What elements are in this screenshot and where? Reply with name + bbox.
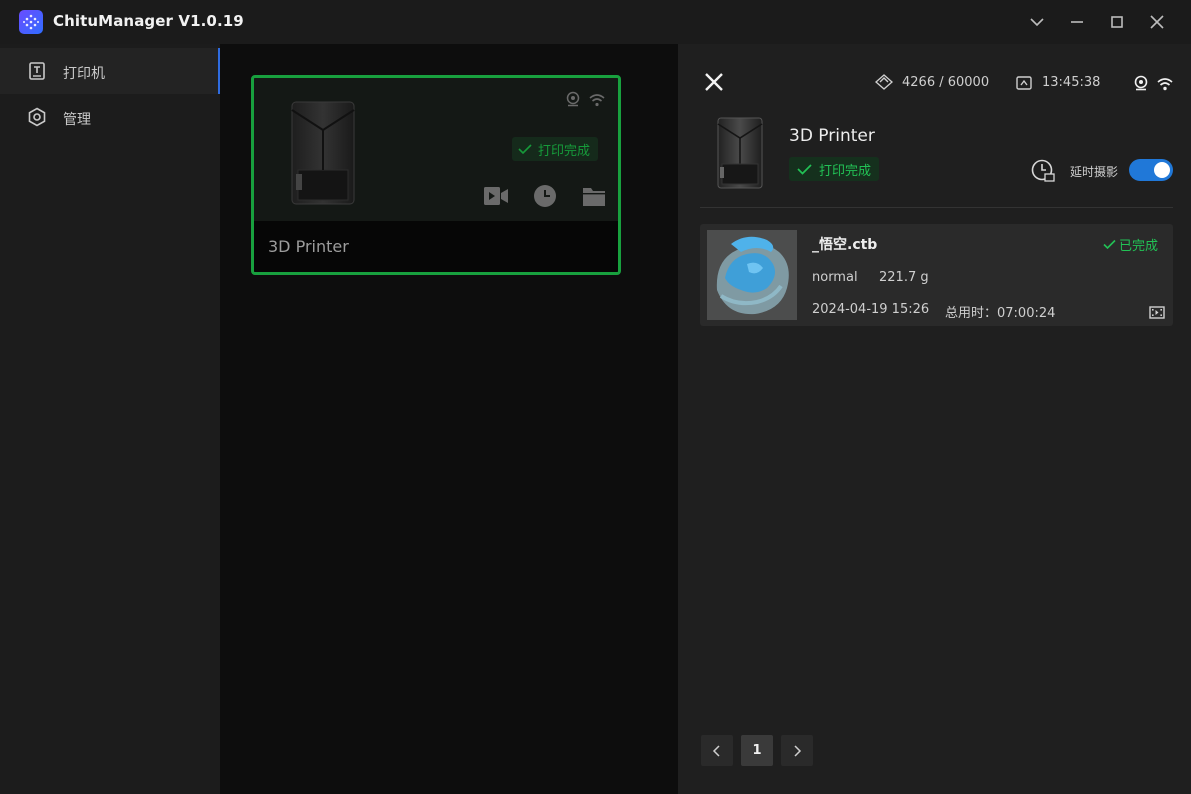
timelapse-icon [1031, 159, 1055, 187]
page-button-current[interactable]: 1 [741, 735, 773, 766]
close-window-button[interactable] [1147, 12, 1167, 32]
printer-icon [27, 61, 47, 81]
video-icon[interactable] [483, 186, 509, 210]
status-text: 打印完成 [538, 143, 591, 159]
sidebar-item-printers[interactable]: 打印机 [0, 48, 220, 94]
timelapse-toggle[interactable] [1129, 159, 1173, 181]
print-time: 13:45:38 [1042, 75, 1101, 90]
divider [700, 207, 1173, 208]
app-title: ChituManager V1.0.19 [53, 12, 244, 30]
next-page-button[interactable] [781, 735, 813, 766]
status-badge: 打印完成 [789, 157, 880, 181]
film-icon[interactable] [1149, 304, 1165, 323]
chevron-right-icon [794, 744, 802, 757]
status-badge: 打印完成 [512, 137, 599, 161]
settings-hex-icon [27, 107, 47, 127]
main-content: 打印完成 3D Printer [220, 44, 678, 794]
job-date: 2024-04-19 15:26 [812, 302, 930, 317]
printer-card-body: 打印完成 [254, 78, 618, 221]
printer-image [716, 116, 764, 194]
wifi-icon [589, 92, 605, 111]
timer-icon [1016, 75, 1032, 94]
job-file-name: _悟空.ctb [812, 237, 878, 253]
chevron-down-icon[interactable] [1027, 12, 1047, 32]
job-total-time: 总用时：07:00:24 [945, 306, 1056, 321]
folder-icon[interactable] [582, 185, 606, 211]
printer-name: 3D Printer [789, 126, 875, 146]
clock-icon[interactable] [533, 184, 557, 212]
job-weight: 221.7 g [879, 270, 929, 285]
minimize-button[interactable] [1067, 12, 1087, 32]
status-text: 打印完成 [819, 163, 872, 179]
chevron-left-icon [712, 744, 720, 757]
model-thumbnail [707, 230, 797, 320]
timelapse-label: 延时摄影 [1070, 165, 1119, 179]
job-mode: normal [812, 270, 858, 285]
camera-icon [1133, 75, 1149, 95]
printer-card[interactable]: 打印完成 3D Printer [251, 75, 621, 275]
maximize-button[interactable] [1107, 12, 1127, 32]
printer-image [290, 100, 356, 210]
job-status-text: 已完成 [1119, 239, 1159, 254]
camera-icon [565, 91, 581, 111]
printer-card-footer: 3D Printer [254, 221, 618, 272]
wifi-icon [1157, 76, 1173, 95]
sidebar-item-manage[interactable]: 管理 [0, 94, 220, 140]
sidebar-item-label: 管理 [63, 112, 91, 128]
job-status: 已完成 [1103, 235, 1158, 254]
printer-name: 3D Printer [268, 237, 349, 256]
page-number: 1 [752, 743, 762, 758]
prev-page-button[interactable] [701, 735, 733, 766]
app-logo-icon [19, 10, 43, 34]
sidebar-item-label: 打印机 [63, 66, 105, 82]
layers-icon [874, 74, 894, 94]
detail-panel: 4266 / 60000 13:45:38 3D Printer 打印完成 延时… [678, 44, 1191, 794]
close-panel-button[interactable] [704, 72, 724, 96]
print-job-item[interactable]: _悟空.ctb 已完成 normal 221.7 g 2024-04-19 15… [700, 224, 1173, 326]
sidebar: 打印机 管理 [0, 44, 220, 794]
layer-progress: 4266 / 60000 [902, 75, 990, 90]
title-bar: ChituManager V1.0.19 [0, 0, 1191, 44]
toggle-knob [1154, 162, 1170, 178]
